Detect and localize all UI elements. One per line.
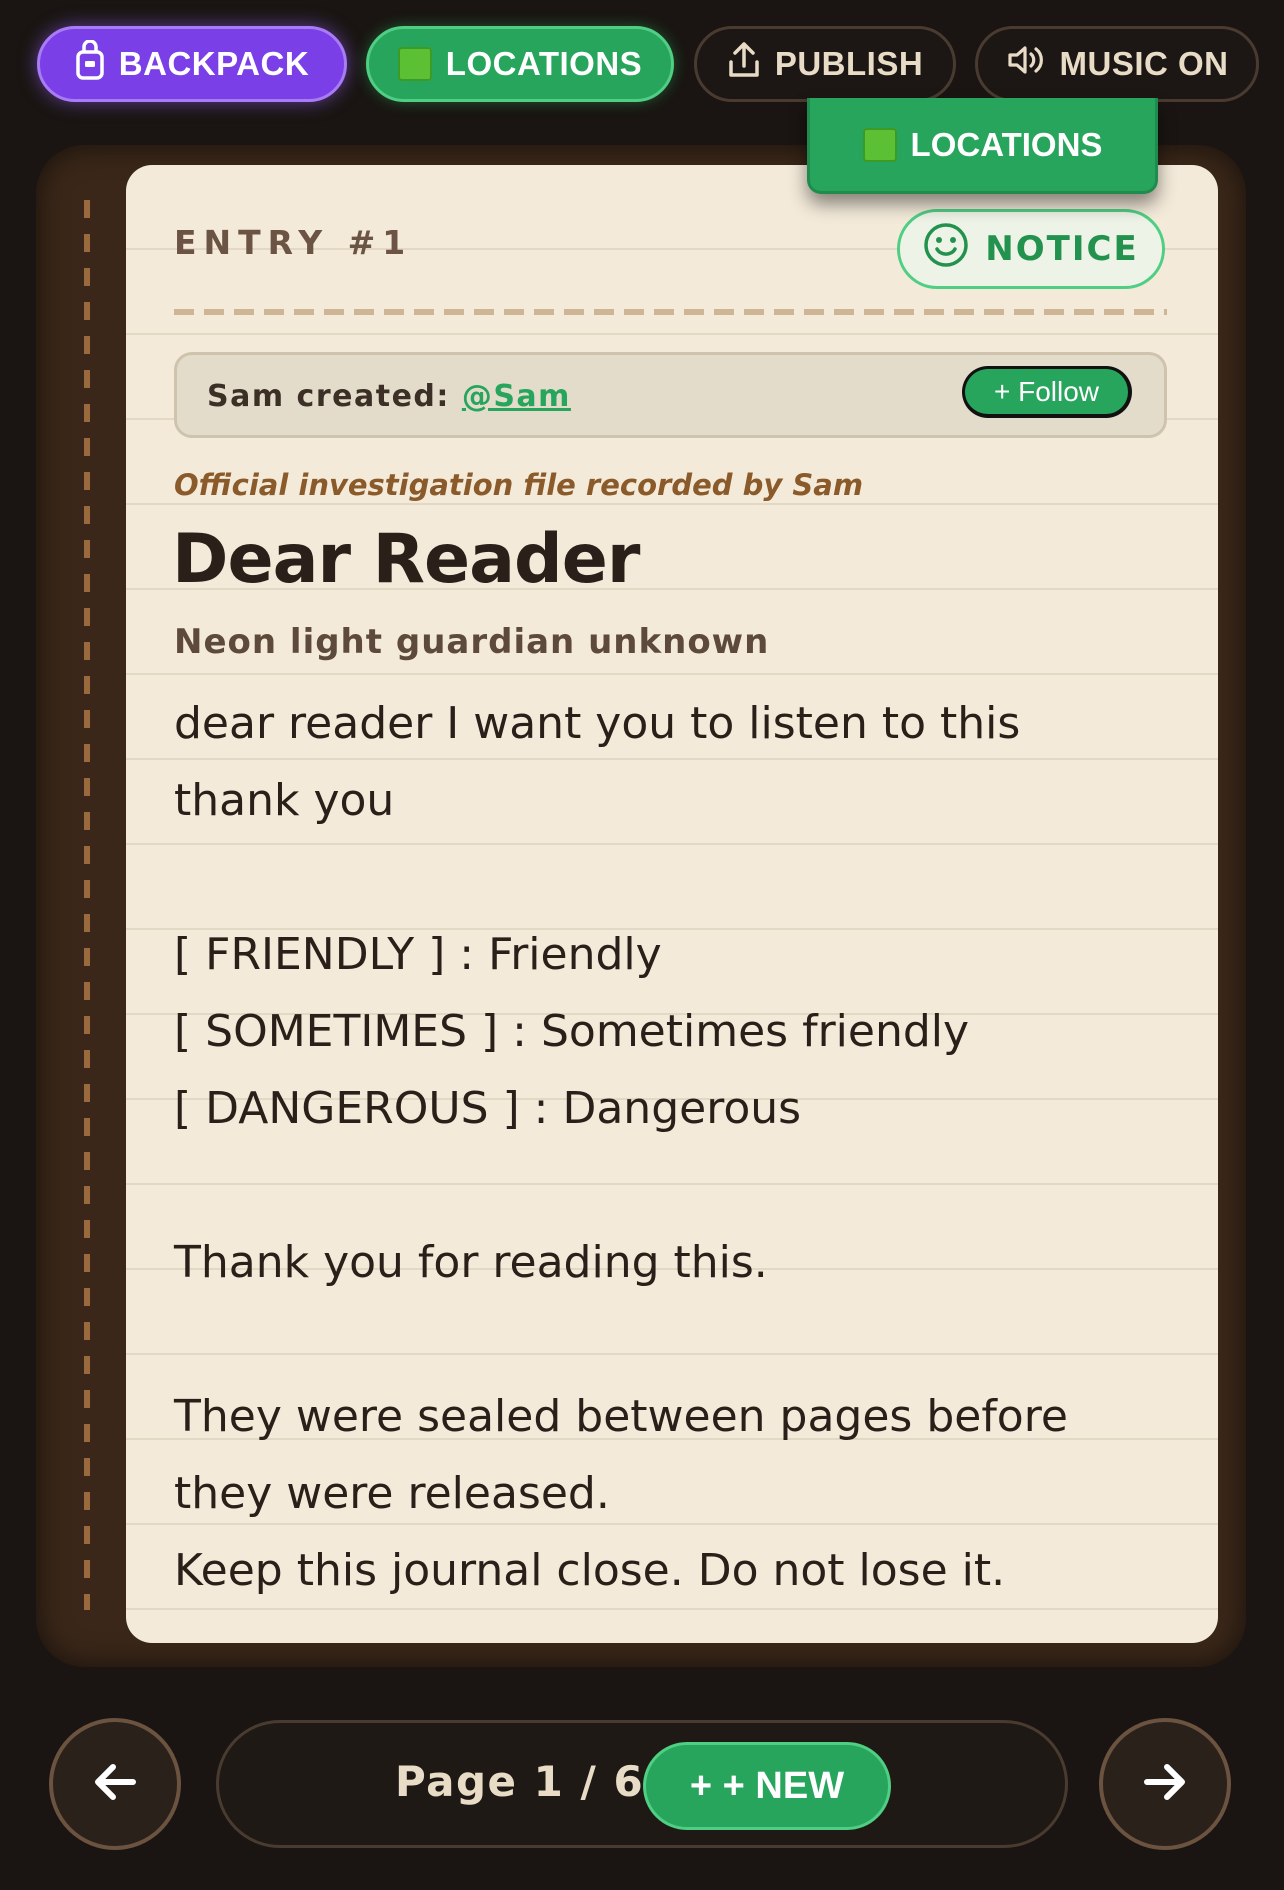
entry-subtitle: Neon light guardian unknown bbox=[174, 622, 770, 662]
body-line bbox=[174, 1301, 1184, 1378]
green-square-icon bbox=[862, 127, 897, 162]
music-toggle-button[interactable]: MUSIC ON bbox=[975, 26, 1259, 102]
backpack-button[interactable]: BACKPACK bbox=[37, 26, 347, 102]
locations-button[interactable]: LOCATIONS bbox=[366, 26, 674, 102]
dropdown-locations-label: LOCATIONS bbox=[910, 125, 1103, 163]
body-line: dear reader I want you to listen to this bbox=[174, 698, 1021, 749]
body-line bbox=[174, 1147, 1184, 1224]
body-line: Keep this journal close. Do not lose it. bbox=[174, 1545, 1006, 1596]
page-controls: Page 1 / 6 + + NEW bbox=[216, 1720, 1068, 1848]
entry-subline: Official investigation file recorded by … bbox=[174, 468, 864, 502]
arrow-left-icon bbox=[89, 1756, 141, 1812]
locations-label: LOCATIONS bbox=[445, 45, 643, 82]
body-line: thank you bbox=[174, 775, 395, 826]
green-square-icon bbox=[397, 47, 432, 81]
notice-label: NOTICE bbox=[985, 229, 1139, 269]
creator-bar: Sam created: @Sam + Follow bbox=[174, 352, 1167, 438]
locations-dropdown-item[interactable]: LOCATIONS bbox=[807, 98, 1158, 194]
smiley-icon bbox=[923, 222, 969, 277]
body-line: they were released. bbox=[174, 1468, 610, 1519]
backpack-label: BACKPACK bbox=[118, 45, 310, 82]
publish-button[interactable]: PUBLISH bbox=[694, 26, 956, 102]
book-spine-stitching bbox=[84, 200, 90, 1610]
arrow-right-icon bbox=[1139, 1756, 1191, 1812]
entry-title: Dear Reader bbox=[172, 520, 640, 599]
notice-badge[interactable]: NOTICE bbox=[897, 209, 1165, 289]
body-line: [ DANGEROUS ] : Dangerous bbox=[174, 1083, 802, 1134]
follow-button[interactable]: + Follow bbox=[962, 366, 1132, 418]
body-line: They were sealed between pages before bbox=[174, 1391, 1068, 1442]
next-page-button[interactable] bbox=[1099, 1718, 1231, 1850]
speaker-icon bbox=[1006, 43, 1046, 85]
creator-text: Sam created: @Sam bbox=[207, 379, 571, 414]
entry-number: ENTRY #1 bbox=[174, 223, 413, 262]
publish-label: PUBLISH bbox=[774, 45, 924, 82]
creator-handle-link[interactable]: @Sam bbox=[462, 379, 571, 414]
backpack-icon bbox=[75, 39, 105, 88]
previous-page-button[interactable] bbox=[49, 1718, 181, 1850]
body-line: Thank you for reading this. bbox=[174, 1237, 768, 1288]
creator-prefix: Sam created: bbox=[207, 379, 462, 414]
journal-page: ENTRY #1 NOTICE Sam created: @Sam + Foll… bbox=[126, 165, 1218, 1643]
new-page-button[interactable]: + + NEW bbox=[643, 1742, 891, 1830]
body-line: [ FRIENDLY ] : Friendly bbox=[174, 929, 662, 980]
upload-icon bbox=[727, 40, 761, 88]
page-indicator: Page 1 / 6 bbox=[395, 1757, 645, 1806]
bottom-navigation: Page 1 / 6 + + NEW bbox=[0, 1700, 1284, 1890]
dashed-divider bbox=[174, 309, 1167, 315]
entry-body: dear reader I want you to listen to this… bbox=[174, 685, 1184, 1609]
music-label: MUSIC ON bbox=[1059, 45, 1229, 82]
body-line: [ SOMETIMES ] : Sometimes friendly bbox=[174, 1006, 970, 1057]
body-line bbox=[174, 839, 1184, 916]
